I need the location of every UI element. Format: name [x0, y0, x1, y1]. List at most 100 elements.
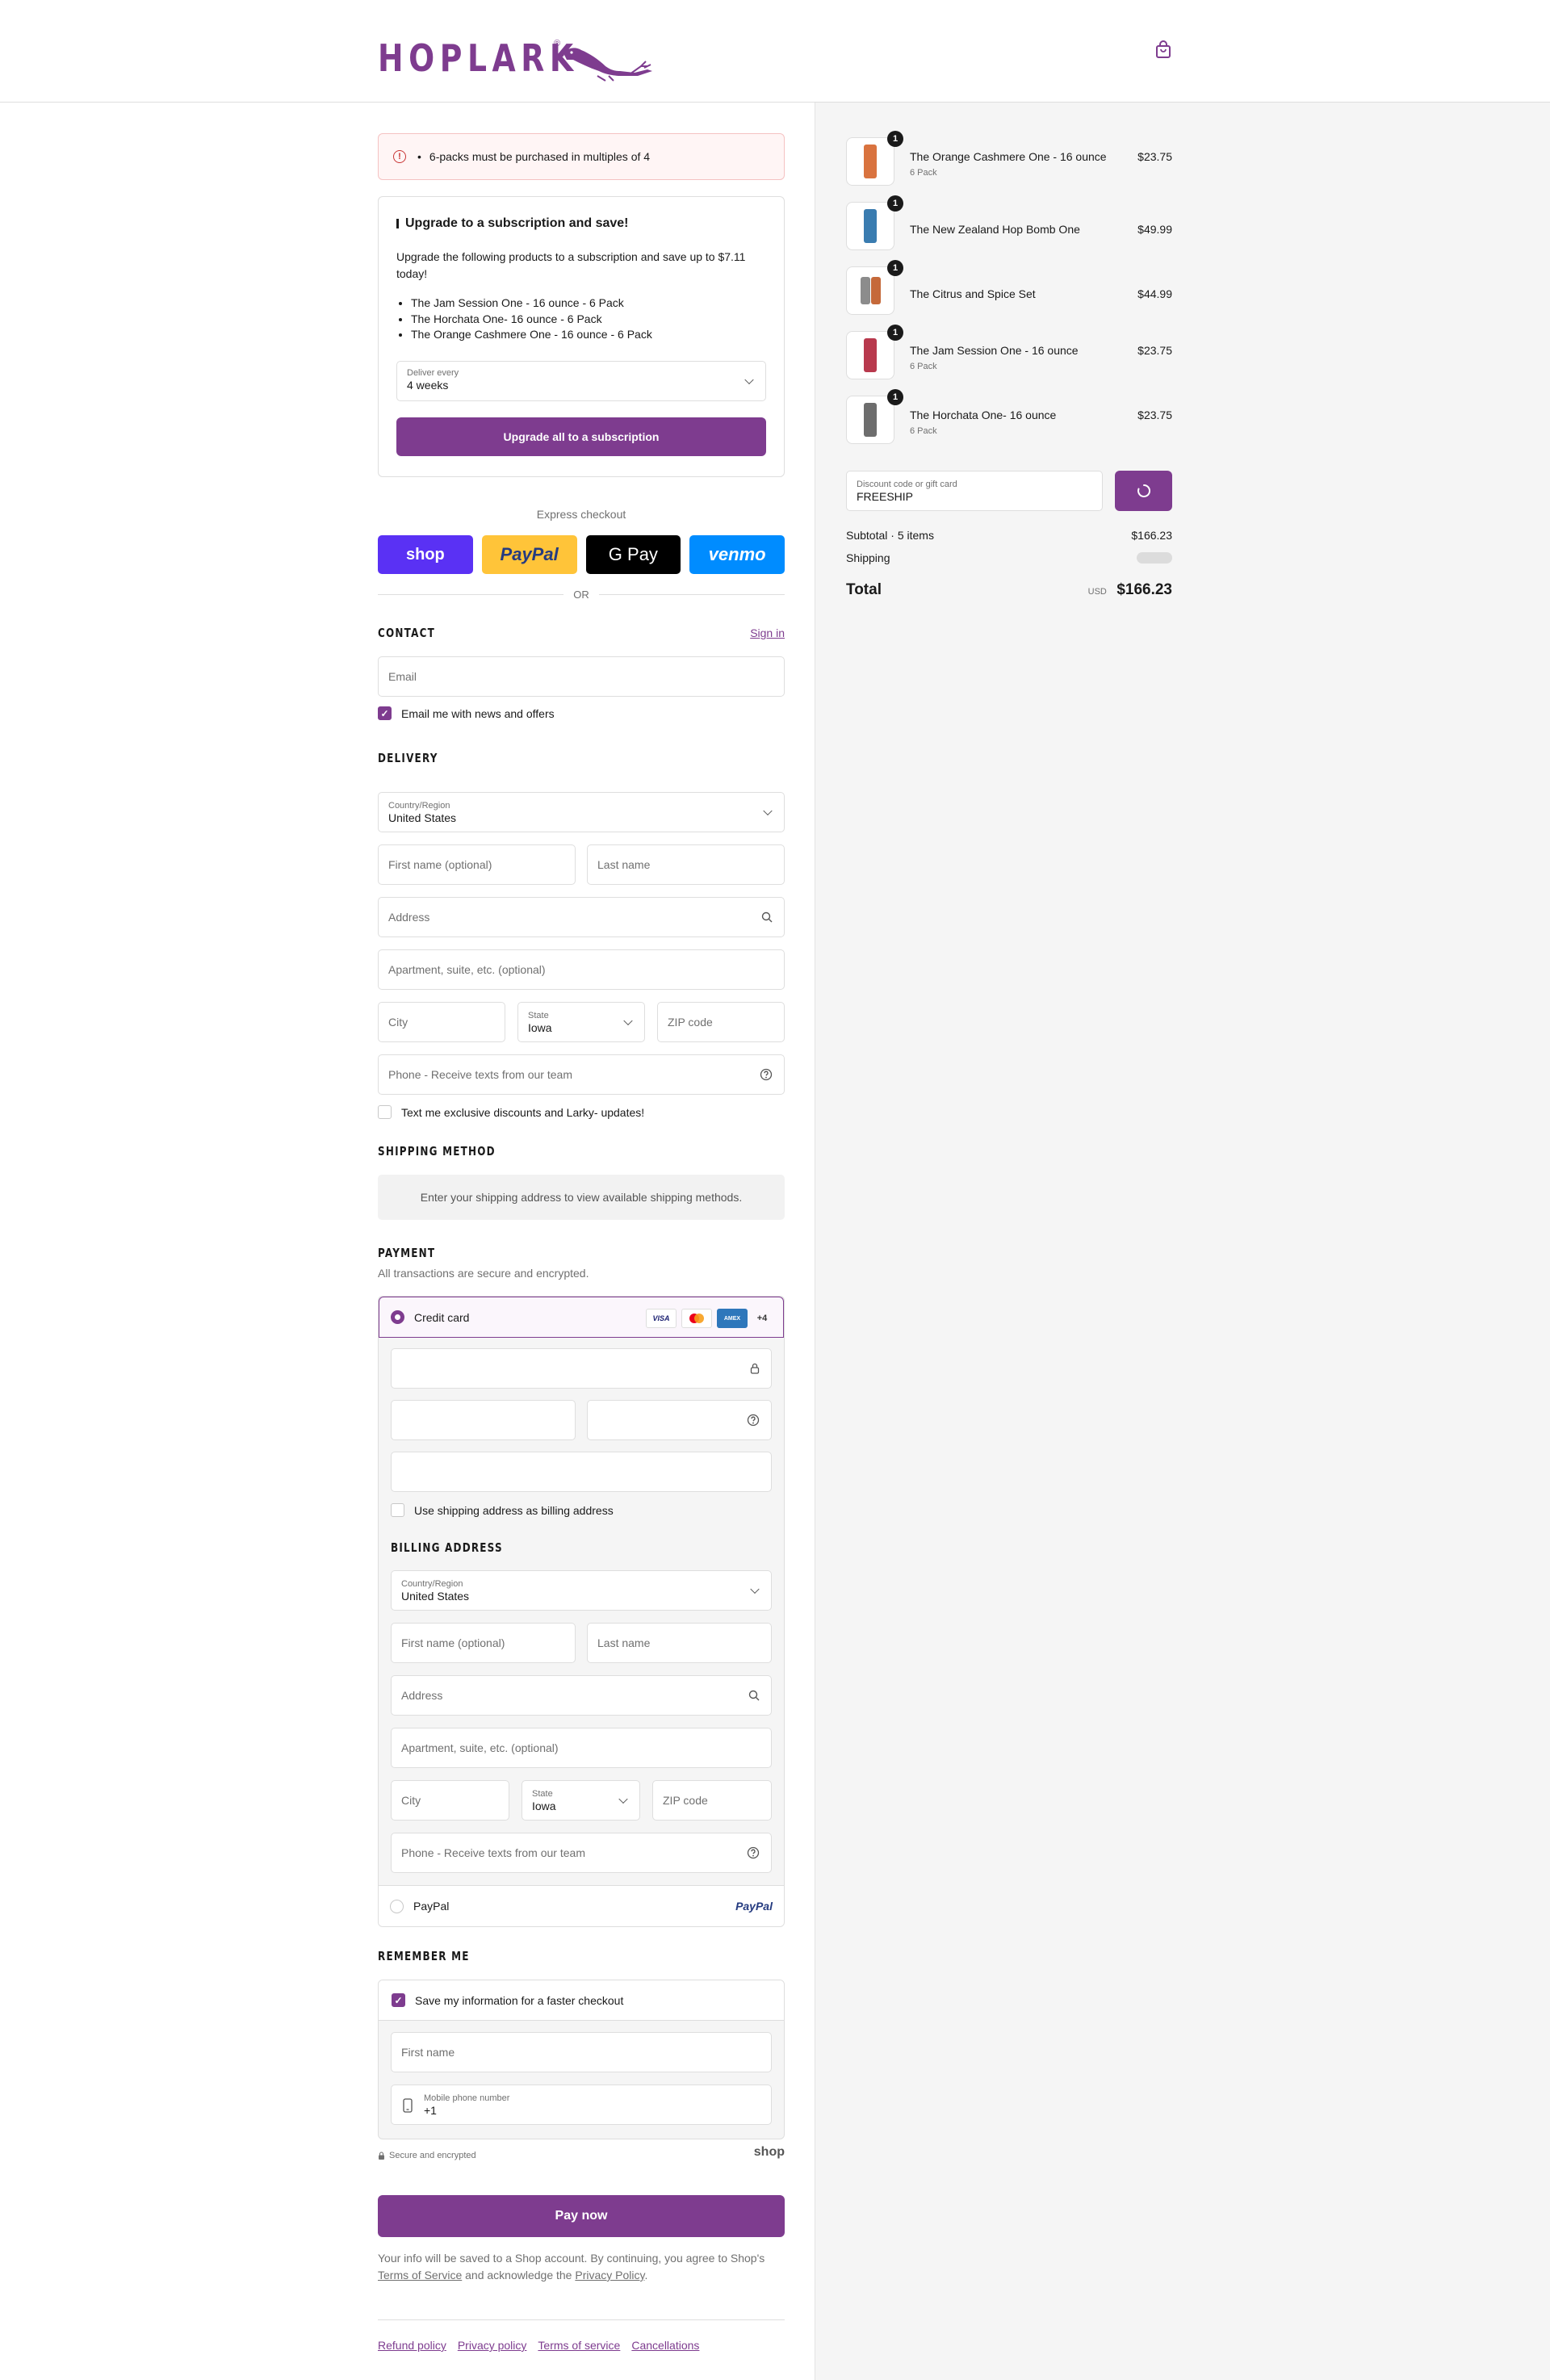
- terms-of-service-footer-link[interactable]: Terms of service: [538, 2339, 620, 2352]
- quantity-badge: 1: [887, 131, 903, 147]
- google-pay-button[interactable]: G Pay: [585, 535, 681, 574]
- zip-field[interactable]: ZIP code: [657, 1002, 785, 1042]
- card-expiry-field[interactable]: [391, 1400, 576, 1440]
- privacy-policy-link[interactable]: Privacy Policy: [575, 2269, 644, 2282]
- express-checkout-title: Express checkout: [536, 508, 626, 521]
- terms-of-service-link[interactable]: Terms of Service: [378, 2269, 462, 2282]
- search-icon: [748, 1690, 760, 1701]
- shop-pay-button[interactable]: shop: [378, 535, 473, 574]
- email-field[interactable]: Email: [378, 656, 785, 697]
- item-name: The Orange Cashmere One - 16 ounce: [910, 150, 1107, 163]
- apply-discount-button[interactable]: [1115, 471, 1172, 511]
- billing-phone-field[interactable]: Phone - Receive texts from our team: [391, 1833, 772, 1873]
- phone-field[interactable]: Phone - Receive texts from our team: [378, 1054, 785, 1095]
- remember-first-name-field[interactable]: First name: [391, 2032, 772, 2072]
- product-thumbnail: [846, 266, 894, 315]
- card-name-field[interactable]: [391, 1452, 772, 1492]
- upsell-title: Upgrade to a subscription and save!: [396, 216, 766, 231]
- cancellations-link[interactable]: Cancellations: [631, 2339, 699, 2352]
- last-name-field[interactable]: Last name: [587, 844, 785, 885]
- paypal-button[interactable]: PayPal: [481, 535, 577, 574]
- country-select[interactable]: Country/Region United States: [378, 792, 785, 832]
- discount-code-field[interactable]: Discount code or gift card FREESHIP: [846, 471, 1103, 511]
- paypal-label: PayPal: [413, 1900, 450, 1913]
- card-cvv-field[interactable]: [587, 1400, 772, 1440]
- discount-value: FREESHIP: [857, 489, 914, 503]
- apartment-field[interactable]: Apartment, suite, etc. (optional): [378, 949, 785, 990]
- sms-checkbox-row[interactable]: Text me exclusive discounts and Larky- u…: [378, 1105, 644, 1119]
- billing-same-row[interactable]: Use shipping address as billing address: [391, 1503, 614, 1517]
- state-value: Iowa: [528, 1020, 552, 1034]
- shipping-label: Shipping: [846, 551, 890, 564]
- lock-icon: [379, 2151, 384, 2160]
- billing-country-select[interactable]: Country/Region United States: [391, 1570, 772, 1611]
- city-field[interactable]: City: [378, 1002, 505, 1042]
- billing-country-label: Country/Region: [401, 1578, 463, 1589]
- privacy-policy-footer-link[interactable]: Privacy policy: [458, 2339, 527, 2352]
- paypal-logo-icon: PayPal: [735, 1900, 773, 1913]
- cart-bag-icon[interactable]: [1154, 40, 1172, 60]
- upgrade-subscription-button[interactable]: Upgrade all to a subscription: [396, 417, 766, 456]
- billing-city-field[interactable]: City: [391, 1780, 509, 1821]
- venmo-button[interactable]: venmo: [689, 535, 785, 574]
- save-info-row[interactable]: ✓ Save my information for a faster check…: [379, 1980, 784, 2021]
- chevron-down-icon: [618, 1794, 628, 1804]
- deliver-every-select[interactable]: Deliver every 4 weeks: [396, 360, 766, 401]
- visa-icon: VISA: [646, 1309, 677, 1328]
- news-label: Email me with news and offers: [401, 706, 555, 720]
- legal-text: Your info will be saved to a Shop accoun…: [378, 2250, 785, 2284]
- sign-in-link[interactable]: Sign in: [750, 626, 785, 639]
- billing-address-field[interactable]: Address: [391, 1675, 772, 1716]
- billing-state-select[interactable]: State Iowa: [522, 1780, 640, 1821]
- list-item: 1 The New Zealand Hop Bomb One $49.99: [846, 195, 1172, 250]
- paypal-option[interactable]: PayPal PayPal: [379, 1885, 784, 1926]
- bird-logo-icon: [560, 48, 652, 82]
- secure-note: Secure and encrypted: [378, 2151, 476, 2160]
- chevron-down-icon: [763, 806, 773, 816]
- news-checkbox-row[interactable]: ✓ Email me with news and offers: [378, 706, 555, 720]
- card-number-field[interactable]: [391, 1348, 772, 1389]
- alert-icon: !: [393, 150, 406, 163]
- mobile-phone-field[interactable]: Mobile phone number +1: [391, 2085, 772, 2125]
- paypal-radio[interactable]: [390, 1899, 404, 1913]
- product-can-image: [864, 145, 877, 178]
- billing-same-checkbox[interactable]: [391, 1503, 404, 1517]
- more-cards-count: +4: [756, 1314, 768, 1323]
- address-field[interactable]: Address: [378, 897, 785, 937]
- divider: [598, 594, 785, 595]
- help-circle-icon[interactable]: [747, 1846, 760, 1859]
- shop-logo-icon: shop: [753, 2145, 785, 2159]
- billing-first-name-field[interactable]: First name (optional): [391, 1623, 576, 1663]
- secure-label: Secure and encrypted: [389, 2151, 476, 2160]
- refund-policy-link[interactable]: Refund policy: [378, 2339, 446, 2352]
- product-can-image: [864, 403, 877, 437]
- mobile-phone-value: +1: [424, 2103, 437, 2117]
- state-select[interactable]: State Iowa: [517, 1002, 645, 1042]
- billing-last-name-field[interactable]: Last name: [587, 1623, 772, 1663]
- product-thumbnail: [846, 331, 894, 379]
- item-variant: 6 Pack: [910, 362, 937, 371]
- news-checkbox[interactable]: ✓: [378, 706, 392, 720]
- save-info-label: Save my information for a faster checkou…: [415, 1993, 624, 2007]
- billing-zip-field[interactable]: ZIP code: [652, 1780, 772, 1821]
- help-circle-icon[interactable]: [747, 1414, 760, 1427]
- help-circle-icon[interactable]: [760, 1068, 773, 1081]
- item-name: The Citrus and Spice Set: [910, 287, 1036, 300]
- legal-end: .: [644, 2269, 648, 2282]
- list-item: The Orange Cashmere One - 16 ounce - 6 P…: [411, 327, 766, 343]
- express-checkout-buttons: shop PayPal G Pay venmo: [378, 535, 785, 574]
- save-info-checkbox[interactable]: ✓: [392, 1993, 405, 2007]
- credit-card-option[interactable]: Credit card VISA AMEX +4: [379, 1297, 784, 1338]
- sms-label: Text me exclusive discounts and Larky- u…: [401, 1105, 645, 1119]
- quantity-badge: 1: [887, 325, 903, 341]
- credit-card-radio[interactable]: [391, 1310, 404, 1324]
- pay-now-button[interactable]: Pay now: [378, 2195, 785, 2237]
- brand-logo[interactable]: HOPLARK ®: [378, 34, 652, 82]
- billing-apartment-field[interactable]: Apartment, suite, etc. (optional): [391, 1728, 772, 1768]
- product-thumbnail: [846, 202, 894, 250]
- error-banner: ! • 6-packs must be purchased in multipl…: [378, 133, 785, 180]
- sms-checkbox[interactable]: [378, 1105, 392, 1119]
- first-name-field[interactable]: First name (optional): [378, 844, 576, 885]
- item-price: $23.75: [1137, 150, 1172, 163]
- quantity-badge: 1: [887, 260, 903, 276]
